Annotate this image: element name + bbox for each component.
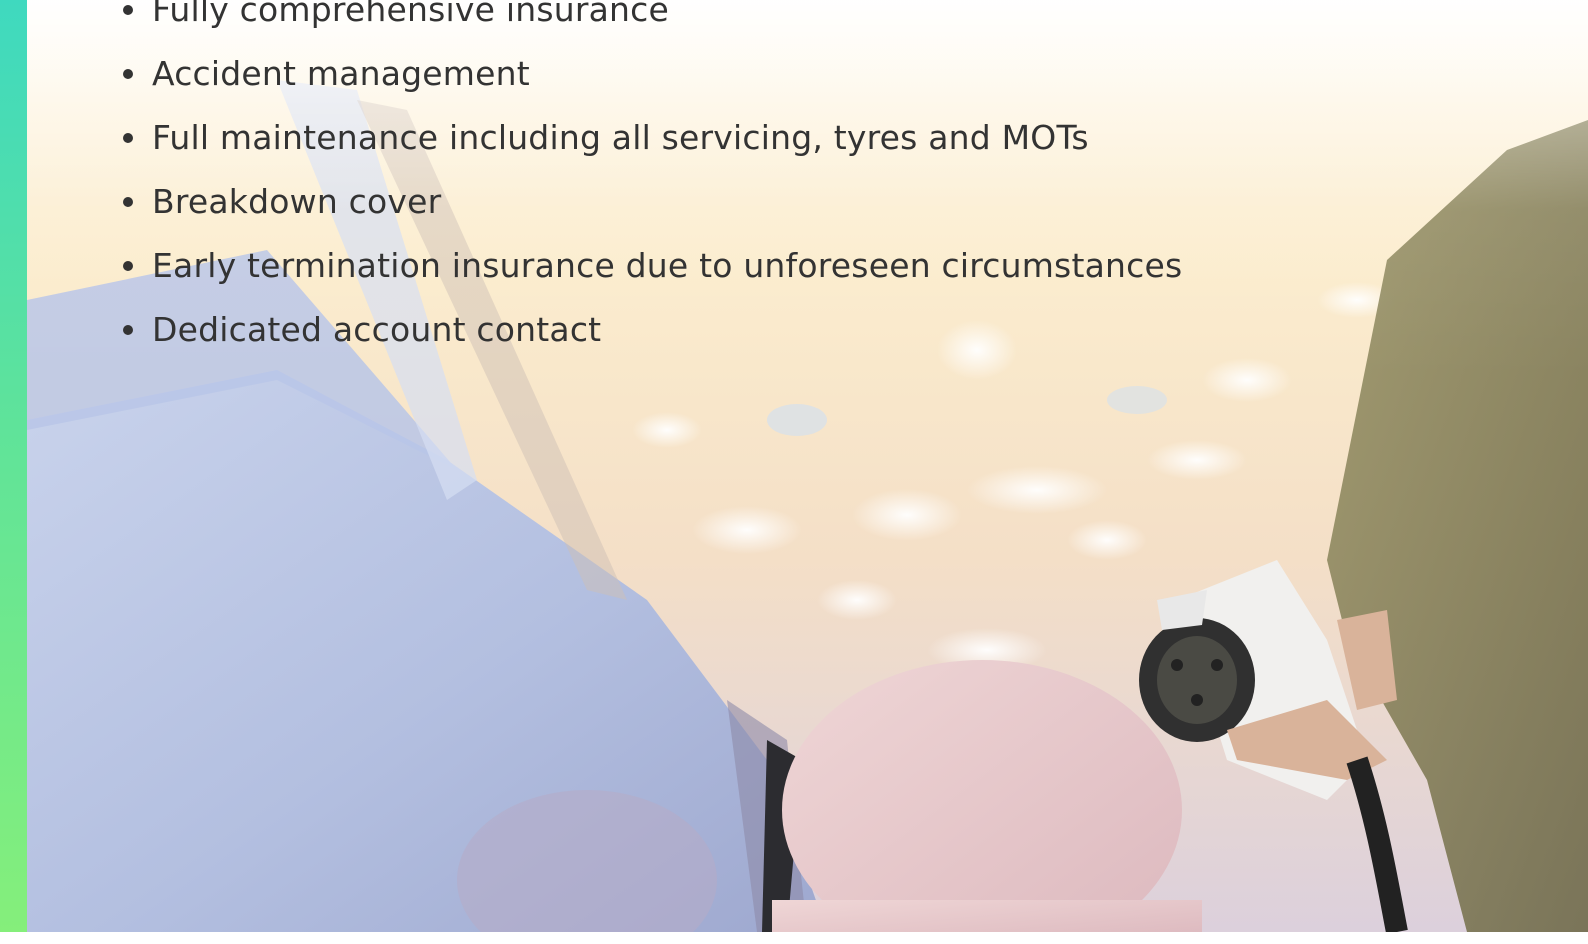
slide: Fully comprehensive insurance Accident m…: [0, 0, 1588, 944]
bullet-icon: [123, 5, 133, 15]
accent-bar: [0, 0, 27, 944]
benefits-list: Fully comprehensive insurance Accident m…: [123, 0, 1182, 362]
list-item-text: Breakdown cover: [152, 182, 442, 221]
list-item: Accident management: [123, 42, 1182, 106]
bullet-icon: [123, 69, 133, 79]
list-item: Breakdown cover: [123, 170, 1182, 234]
bullet-icon: [123, 325, 133, 335]
list-item: Early termination insurance due to unfor…: [123, 234, 1182, 298]
list-item: Fully comprehensive insurance: [123, 0, 1182, 42]
list-item-text: Accident management: [152, 54, 530, 93]
list-item-text: Fully comprehensive insurance: [152, 0, 669, 29]
bottom-strip: [0, 932, 1588, 944]
list-item-text: Early termination insurance due to unfor…: [152, 246, 1183, 285]
list-item-text: Dedicated account contact: [152, 310, 602, 349]
bullet-icon: [123, 261, 133, 271]
bullet-icon: [123, 197, 133, 207]
ev-charging-photo: Fully comprehensive insurance Accident m…: [27, 0, 1588, 932]
bullet-icon: [123, 133, 133, 143]
list-item-text: Full maintenance including all servicing…: [152, 118, 1089, 157]
list-item: Full maintenance including all servicing…: [123, 106, 1182, 170]
list-item: Dedicated account contact: [123, 298, 1182, 362]
